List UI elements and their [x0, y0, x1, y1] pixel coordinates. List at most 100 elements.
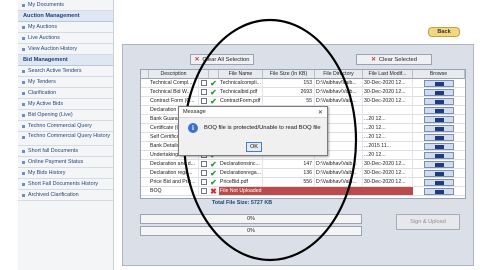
browse-button[interactable] [424, 161, 454, 168]
sidebar-item[interactable]: View Auction History [18, 44, 113, 55]
file-modified-cell: 30-Dec-2020 12... [363, 160, 413, 169]
sidebar-item[interactable]: Archived Clarification [18, 190, 113, 201]
close-icon[interactable]: ✕ [318, 107, 323, 118]
sidebar-item[interactable]: My Active Bids [18, 99, 113, 110]
folder-icon [435, 82, 444, 86]
sidebar-item[interactable]: Clarification [18, 88, 113, 99]
browse-button[interactable] [424, 188, 454, 195]
sidebar-item[interactable]: Online Payment Status [18, 157, 113, 168]
clear-all-selection-button[interactable]: ✕ Clear All Selection [190, 54, 254, 65]
row-checkbox[interactable] [201, 98, 207, 104]
sidebar-item[interactable]: Live Auctions [18, 33, 113, 44]
sidebar-item[interactable]: My Tenders [18, 77, 113, 88]
file-name-cell: Technicalbid.pdf [219, 88, 263, 97]
browse-button[interactable] [424, 116, 454, 123]
file-modified-cell [363, 106, 413, 115]
file-size-cell: 556 [263, 178, 315, 187]
sidebar-item[interactable]: My Bids History [18, 168, 113, 179]
file-name-cell: PriceBid.pdf [219, 178, 263, 187]
folder-icon [435, 181, 444, 185]
table-row[interactable]: BOQ ✖ File Not Uploaded [141, 187, 465, 196]
sidebar-item-label: Live Auctions [28, 35, 60, 41]
bullet-icon [22, 161, 25, 164]
folder-icon [435, 109, 444, 113]
bullet-icon [22, 26, 25, 29]
file-name-cell: Technicalcompli... [219, 79, 263, 88]
upload-progress-bar-2: 0% [140, 226, 362, 236]
table-row[interactable]: Technical Bid W... ✔ Technicalbid.pdf 2693 D… [141, 88, 465, 97]
bullet-icon [22, 172, 25, 175]
grid-header [209, 70, 219, 79]
folder-icon [435, 91, 444, 95]
bullet-icon [22, 81, 25, 84]
sidebar-item[interactable]: Bid Opening (Live) [18, 110, 113, 121]
check-icon: ✔ [210, 169, 217, 178]
browse-button[interactable] [424, 134, 454, 141]
browse-button[interactable] [424, 143, 454, 150]
sidebar-item[interactable]: Short fall Documents [18, 146, 113, 157]
sidebar-item-label: Techno Commercial Query History [28, 133, 111, 139]
back-button[interactable]: Back [428, 27, 460, 37]
browse-button[interactable] [424, 89, 454, 96]
sidebar-section-heading: Auction Management [18, 11, 113, 22]
grid-header: File Last Modif... [363, 70, 413, 79]
file-name-cell: Declarationrega... [219, 169, 263, 178]
table-row[interactable]: Contract Form (C... ✔ ContractForm.pdf 55 D:… [141, 97, 465, 106]
browse-button[interactable] [424, 107, 454, 114]
sidebar-item[interactable]: Short Fall Documents History [18, 179, 113, 190]
table-row[interactable]: Declaration rega... ✔ Declarationrega... 13… [141, 169, 465, 178]
bullet-icon [22, 194, 25, 197]
sidebar-item-label: View Auction History [28, 46, 78, 52]
browse-button[interactable] [424, 98, 454, 105]
row-checkbox[interactable] [201, 188, 207, 194]
check-icon: ✔ [210, 178, 217, 187]
row-checkbox[interactable] [201, 161, 207, 167]
folder-icon [435, 145, 444, 149]
progress-label: 0% [247, 228, 255, 234]
grid-header: Description [149, 70, 199, 79]
clear-icon: ✕ [194, 57, 200, 63]
file-name-cell: Declarationsinc... [219, 160, 263, 169]
file-modified-cell: ...20 12... [363, 133, 413, 142]
sign-upload-button[interactable]: Sign & Upload [396, 214, 460, 230]
sidebar-item-label: Short fall Documents [28, 148, 79, 154]
sidebar-item[interactable]: My Documents [18, 0, 113, 11]
table-row[interactable]: Technical Compl... ✔ Technicalcompli... 153… [141, 79, 465, 88]
sidebar-item[interactable]: Techno Commercial Query [18, 121, 113, 132]
bullet-icon [22, 183, 25, 186]
sidebar-item[interactable]: Techno Commercial Query History [18, 132, 113, 146]
table-row[interactable]: Price Bid and Pric... ✔ PriceBid.pdf 556 D:\… [141, 178, 465, 187]
row-checkbox[interactable] [201, 80, 207, 86]
ok-button[interactable]: OK [246, 142, 262, 152]
sidebar-item-label: My Bids History [28, 170, 66, 176]
dialog-title: Message [179, 107, 327, 118]
message-dialog: Message ✕ i BOQ file is protected/Unable… [178, 106, 328, 156]
sidebar: My Documents Auction Management My Auction… [18, 0, 114, 270]
file-modified-cell: ...2015 11... [363, 142, 413, 151]
browse-button[interactable] [424, 179, 454, 186]
clear-selected-button[interactable]: ✕ Clear Selected [356, 54, 432, 65]
browse-button[interactable] [424, 170, 454, 177]
check-icon: ✔ [210, 160, 217, 169]
file-modified-cell: 30-Dec-2020 12... [363, 169, 413, 178]
sidebar-section-heading: Bid Management [18, 55, 113, 66]
row-checkbox[interactable] [201, 89, 207, 95]
browse-button[interactable] [424, 125, 454, 132]
browse-button[interactable] [424, 80, 454, 87]
table-row[interactable]: Declaration and d... ✔ Declarationsinc... 1… [141, 160, 465, 169]
browse-button[interactable] [424, 152, 454, 159]
file-size-cell: 55 [263, 97, 315, 106]
sidebar-item-label: My Documents [28, 2, 64, 8]
row-checkbox[interactable] [201, 170, 207, 176]
row-checkbox[interactable] [201, 179, 207, 185]
sidebar-item-label: Auction Management [23, 13, 80, 19]
clear-icon: ✕ [371, 57, 376, 63]
sidebar-item[interactable]: My Auctions [18, 22, 113, 33]
dialog-message: BOQ file is protected/Unable to read BOQ… [204, 125, 321, 131]
folder-icon [435, 127, 444, 131]
check-icon: ✔ [210, 79, 217, 88]
file-modified-cell: 30-Dec-2020 12... [363, 79, 413, 88]
folder-icon [435, 100, 444, 104]
file-size-cell: 136 [263, 169, 315, 178]
sidebar-item[interactable]: Search Active Tenders [18, 66, 113, 77]
